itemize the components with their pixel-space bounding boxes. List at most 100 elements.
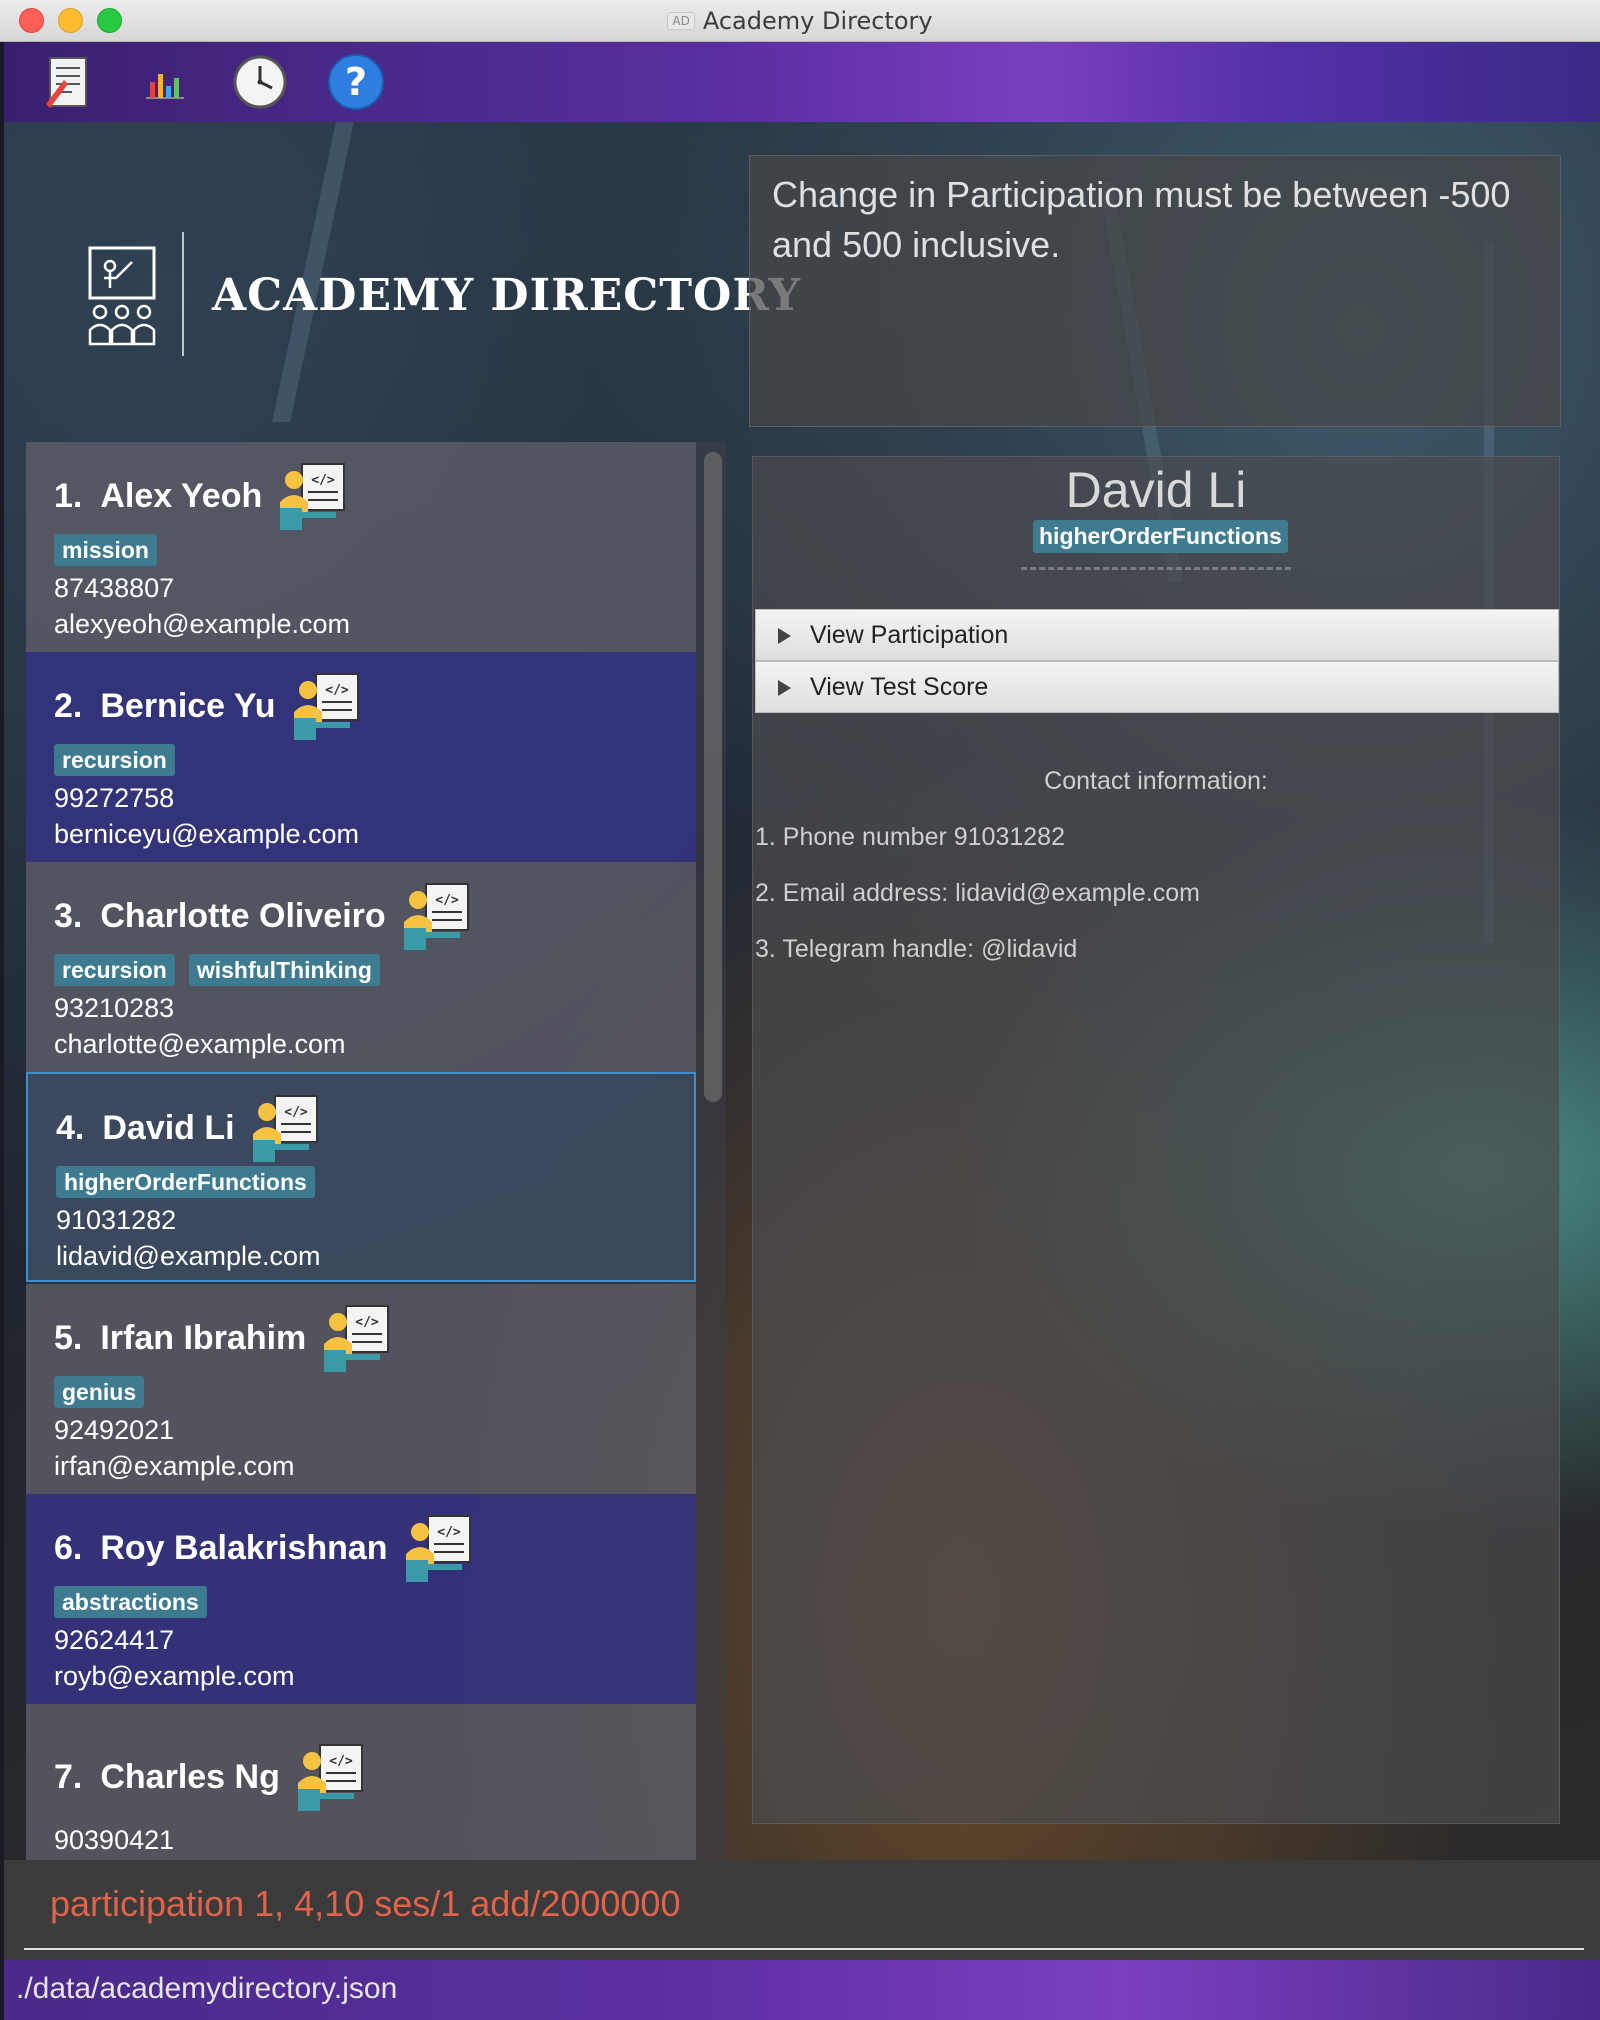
student-phone: 87438807 bbox=[54, 573, 175, 603]
student-name: Irfan Ibrahim bbox=[100, 1318, 307, 1357]
contact-info-title: Contact information: bbox=[1044, 767, 1268, 795]
window-title: Academy Directory bbox=[702, 7, 933, 35]
student-list[interactable]: 1. Alex Yeoh </> mission 87438807 alexye… bbox=[26, 442, 726, 1860]
student-list-scrollbar[interactable] bbox=[704, 452, 722, 1102]
contact-phone: 1. Phone number 91031282 bbox=[755, 823, 1065, 851]
student-tag: genius bbox=[54, 1376, 145, 1408]
student-card[interactable]: 5. Irfan Ibrahim </> genius 92492021 irf… bbox=[26, 1284, 696, 1494]
clock-icon bbox=[233, 55, 287, 109]
student-name-row: 5. Irfan Ibrahim </> bbox=[54, 1302, 668, 1374]
student-phone: 91031282 bbox=[56, 1205, 177, 1235]
chart-icon bbox=[146, 74, 184, 99]
student-tags: recursion wishfulThinking bbox=[54, 954, 668, 990]
student-name-row: 1. Alex Yeoh </> bbox=[54, 460, 668, 532]
help-icon: ? bbox=[328, 54, 384, 110]
svg-text:</>: </> bbox=[312, 473, 336, 488]
student-email: charlotte@example.com bbox=[54, 1029, 346, 1059]
student-tags: higherOrderFunctions bbox=[56, 1166, 666, 1202]
student-tag: recursion bbox=[54, 954, 175, 986]
student-card-selected[interactable]: 4. David Li </> higherOrderFunctions 910… bbox=[26, 1072, 696, 1282]
student-name-row: 4. David Li </> bbox=[56, 1092, 666, 1164]
save-location-path: ./data/academydirectory.json bbox=[16, 1972, 398, 2005]
view-test-score-toggle[interactable]: View Test Score bbox=[755, 661, 1559, 713]
student-tag: abstractions bbox=[54, 1586, 207, 1618]
student-avatar-icon: </> bbox=[252, 1095, 318, 1162]
student-card[interactable]: 1. Alex Yeoh </> mission 87438807 alexye… bbox=[26, 442, 696, 652]
student-name: Bernice Yu bbox=[100, 686, 276, 725]
help-button[interactable]: ? bbox=[324, 50, 388, 114]
statistics-button[interactable] bbox=[132, 50, 196, 114]
window-titlebar: AD Academy Directory bbox=[0, 0, 1600, 42]
student-email: irfan@example.com bbox=[54, 1451, 295, 1481]
student-avatar-icon: </> bbox=[293, 673, 359, 740]
student-name-row: 7. Charles Ng </> bbox=[54, 1722, 668, 1814]
student-card[interactable]: 2. Bernice Yu </> recursion 99272758 ber… bbox=[26, 652, 696, 862]
student-avatar-icon: </> bbox=[324, 1305, 390, 1372]
view-participation-toggle[interactable]: View Participation bbox=[755, 609, 1559, 661]
svg-text:</>: </> bbox=[284, 1105, 308, 1120]
student-tags: recursion bbox=[54, 744, 668, 780]
svg-text:</>: </> bbox=[437, 1525, 461, 1540]
student-detail-panel: David Li higherOrderFunctions View Parti… bbox=[752, 456, 1560, 1824]
student-index: 3. bbox=[54, 896, 83, 935]
academy-logo bbox=[84, 244, 164, 354]
student-phone: 93210283 bbox=[54, 993, 175, 1023]
command-box bbox=[4, 1860, 1600, 1960]
accordion-label: View Test Score bbox=[810, 673, 989, 701]
student-avatar-icon: </> bbox=[280, 463, 346, 530]
expand-arrow-icon bbox=[778, 628, 791, 644]
contact-email: 2. Email address: lidavid@example.com bbox=[755, 879, 1201, 907]
student-phone: 99272758 bbox=[54, 783, 175, 813]
detail-student-name: David Li bbox=[1065, 462, 1247, 518]
student-name: Charles Ng bbox=[100, 1757, 280, 1796]
student-index: 1. bbox=[54, 476, 83, 515]
app-logo-title: ACADEMY DIRECTORY bbox=[212, 270, 801, 321]
student-tags: abstractions bbox=[54, 1586, 668, 1622]
student-card[interactable]: 6. Roy Balakrishnan </> abstractions 926… bbox=[26, 1494, 696, 1704]
svg-text:</>: </> bbox=[356, 1315, 380, 1330]
command-input[interactable] bbox=[50, 1878, 1550, 1930]
student-email: berniceyu@example.com bbox=[54, 819, 360, 849]
student-avatar-icon: </> bbox=[297, 1744, 363, 1811]
window-title-area: AD Academy Directory bbox=[0, 7, 1600, 35]
accordion-label: View Participation bbox=[810, 621, 1009, 649]
document-button[interactable] bbox=[36, 50, 100, 114]
student-tag: mission bbox=[54, 534, 157, 566]
student-tag: wishfulThinking bbox=[188, 954, 380, 986]
student-index: 2. bbox=[54, 686, 83, 725]
result-message: Change in Participation must be between … bbox=[772, 174, 1511, 265]
document-icon bbox=[46, 57, 87, 108]
student-card[interactable]: 7. Charles Ng </> 90390421 bbox=[26, 1704, 696, 1860]
detail-divider bbox=[1021, 567, 1291, 570]
student-index: 7. bbox=[54, 1757, 83, 1796]
student-index: 5. bbox=[54, 1318, 83, 1357]
command-underline bbox=[24, 1948, 1584, 1950]
student-tag: recursion bbox=[54, 744, 175, 776]
logo-divider bbox=[182, 232, 184, 356]
toolbar: ? bbox=[4, 42, 1600, 122]
expand-arrow-icon bbox=[778, 680, 791, 696]
history-button[interactable] bbox=[228, 50, 292, 114]
student-email: lidavid@example.com bbox=[56, 1241, 321, 1271]
main-area: ACADEMY DIRECTORY Change in Participatio… bbox=[4, 122, 1600, 1860]
student-name: Roy Balakrishnan bbox=[100, 1528, 388, 1567]
student-avatar-icon: </> bbox=[405, 1515, 471, 1582]
student-tags: mission bbox=[54, 534, 668, 570]
svg-text:</>: </> bbox=[435, 893, 459, 908]
student-name-row: 6. Roy Balakrishnan </> bbox=[54, 1512, 668, 1584]
student-name-row: 3. Charlotte Oliveiro </> bbox=[54, 880, 668, 952]
student-phone: 92624417 bbox=[54, 1625, 175, 1655]
student-email: royb@example.com bbox=[54, 1661, 295, 1691]
student-tag: higherOrderFunctions bbox=[56, 1166, 315, 1198]
contact-telegram: 3. Telegram handle: @lidavid bbox=[755, 935, 1078, 963]
student-phone: 90390421 bbox=[54, 1825, 175, 1855]
student-name: David Li bbox=[102, 1108, 235, 1147]
student-name: Charlotte Oliveiro bbox=[100, 896, 386, 935]
classroom-icon bbox=[88, 246, 156, 346]
svg-text:?: ? bbox=[345, 60, 367, 104]
svg-text:</>: </> bbox=[325, 683, 349, 698]
status-bar: ./data/academydirectory.json bbox=[4, 1960, 1600, 2020]
detail-student-tag: higherOrderFunctions bbox=[1033, 520, 1288, 553]
student-card[interactable]: 3. Charlotte Oliveiro </> recursion wish… bbox=[26, 862, 696, 1072]
student-index: 6. bbox=[54, 1528, 83, 1567]
